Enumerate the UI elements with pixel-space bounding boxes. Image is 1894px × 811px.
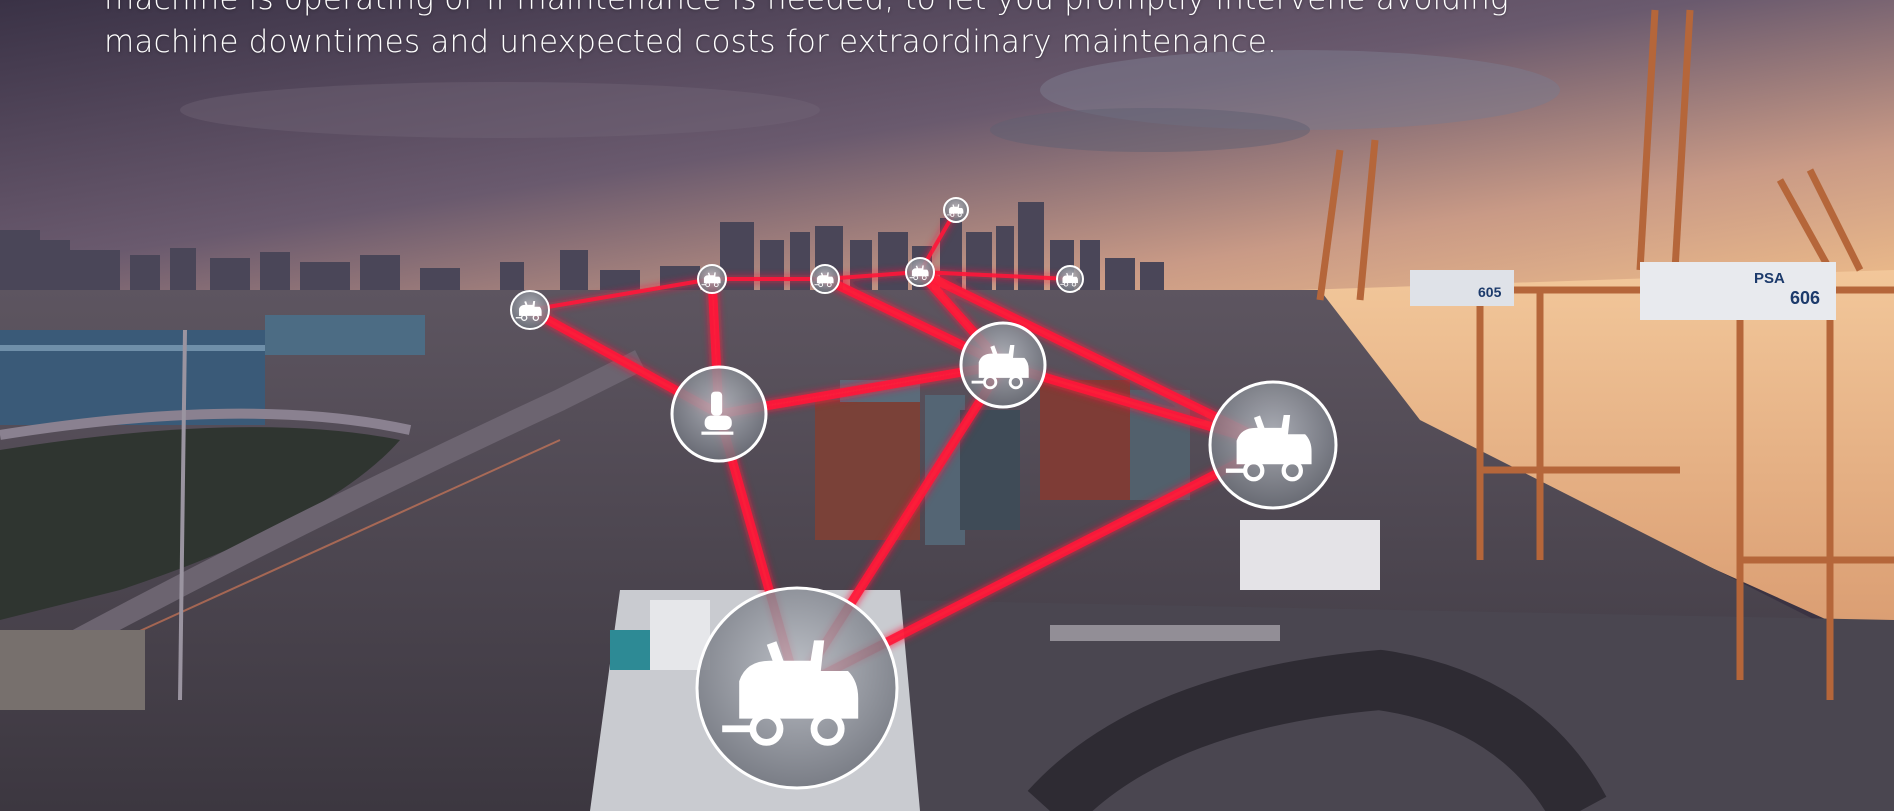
rooftop-ledge xyxy=(0,630,145,710)
crosswalk xyxy=(1050,625,1280,641)
svg-text:PSA: PSA xyxy=(1754,270,1785,287)
cloud xyxy=(180,82,820,138)
machine-node[interactable] xyxy=(510,290,550,330)
machine-node[interactable] xyxy=(905,257,935,287)
machine-node[interactable] xyxy=(810,264,840,294)
caption-line-2: machine downtimes and unexpected costs f… xyxy=(104,24,1278,60)
crane-cabin-606: PSA 606 xyxy=(1640,262,1836,320)
svg-text:606: 606 xyxy=(1790,288,1820,308)
crane-cabin-605: 605 xyxy=(1410,270,1514,306)
machine-node[interactable] xyxy=(695,586,899,790)
port-photo: 605 PSA 606 xyxy=(0,0,1894,811)
machine-node[interactable] xyxy=(697,264,727,294)
machine-node[interactable] xyxy=(1208,380,1338,510)
caption-line-1: machine is operating or if maintenance i… xyxy=(104,0,1509,21)
port-photo-scene: 605 PSA 606 machine is operating or if m… xyxy=(0,0,1894,811)
machine-node[interactable] xyxy=(943,197,969,223)
svg-text:605: 605 xyxy=(1478,284,1502,300)
machine-node[interactable] xyxy=(670,365,768,463)
machine-node[interactable] xyxy=(1056,265,1084,293)
machine-node[interactable] xyxy=(959,321,1047,409)
small-warehouse xyxy=(1240,520,1380,590)
caption-text: machine is operating or if maintenance i… xyxy=(104,0,1509,64)
cloud xyxy=(990,108,1310,152)
